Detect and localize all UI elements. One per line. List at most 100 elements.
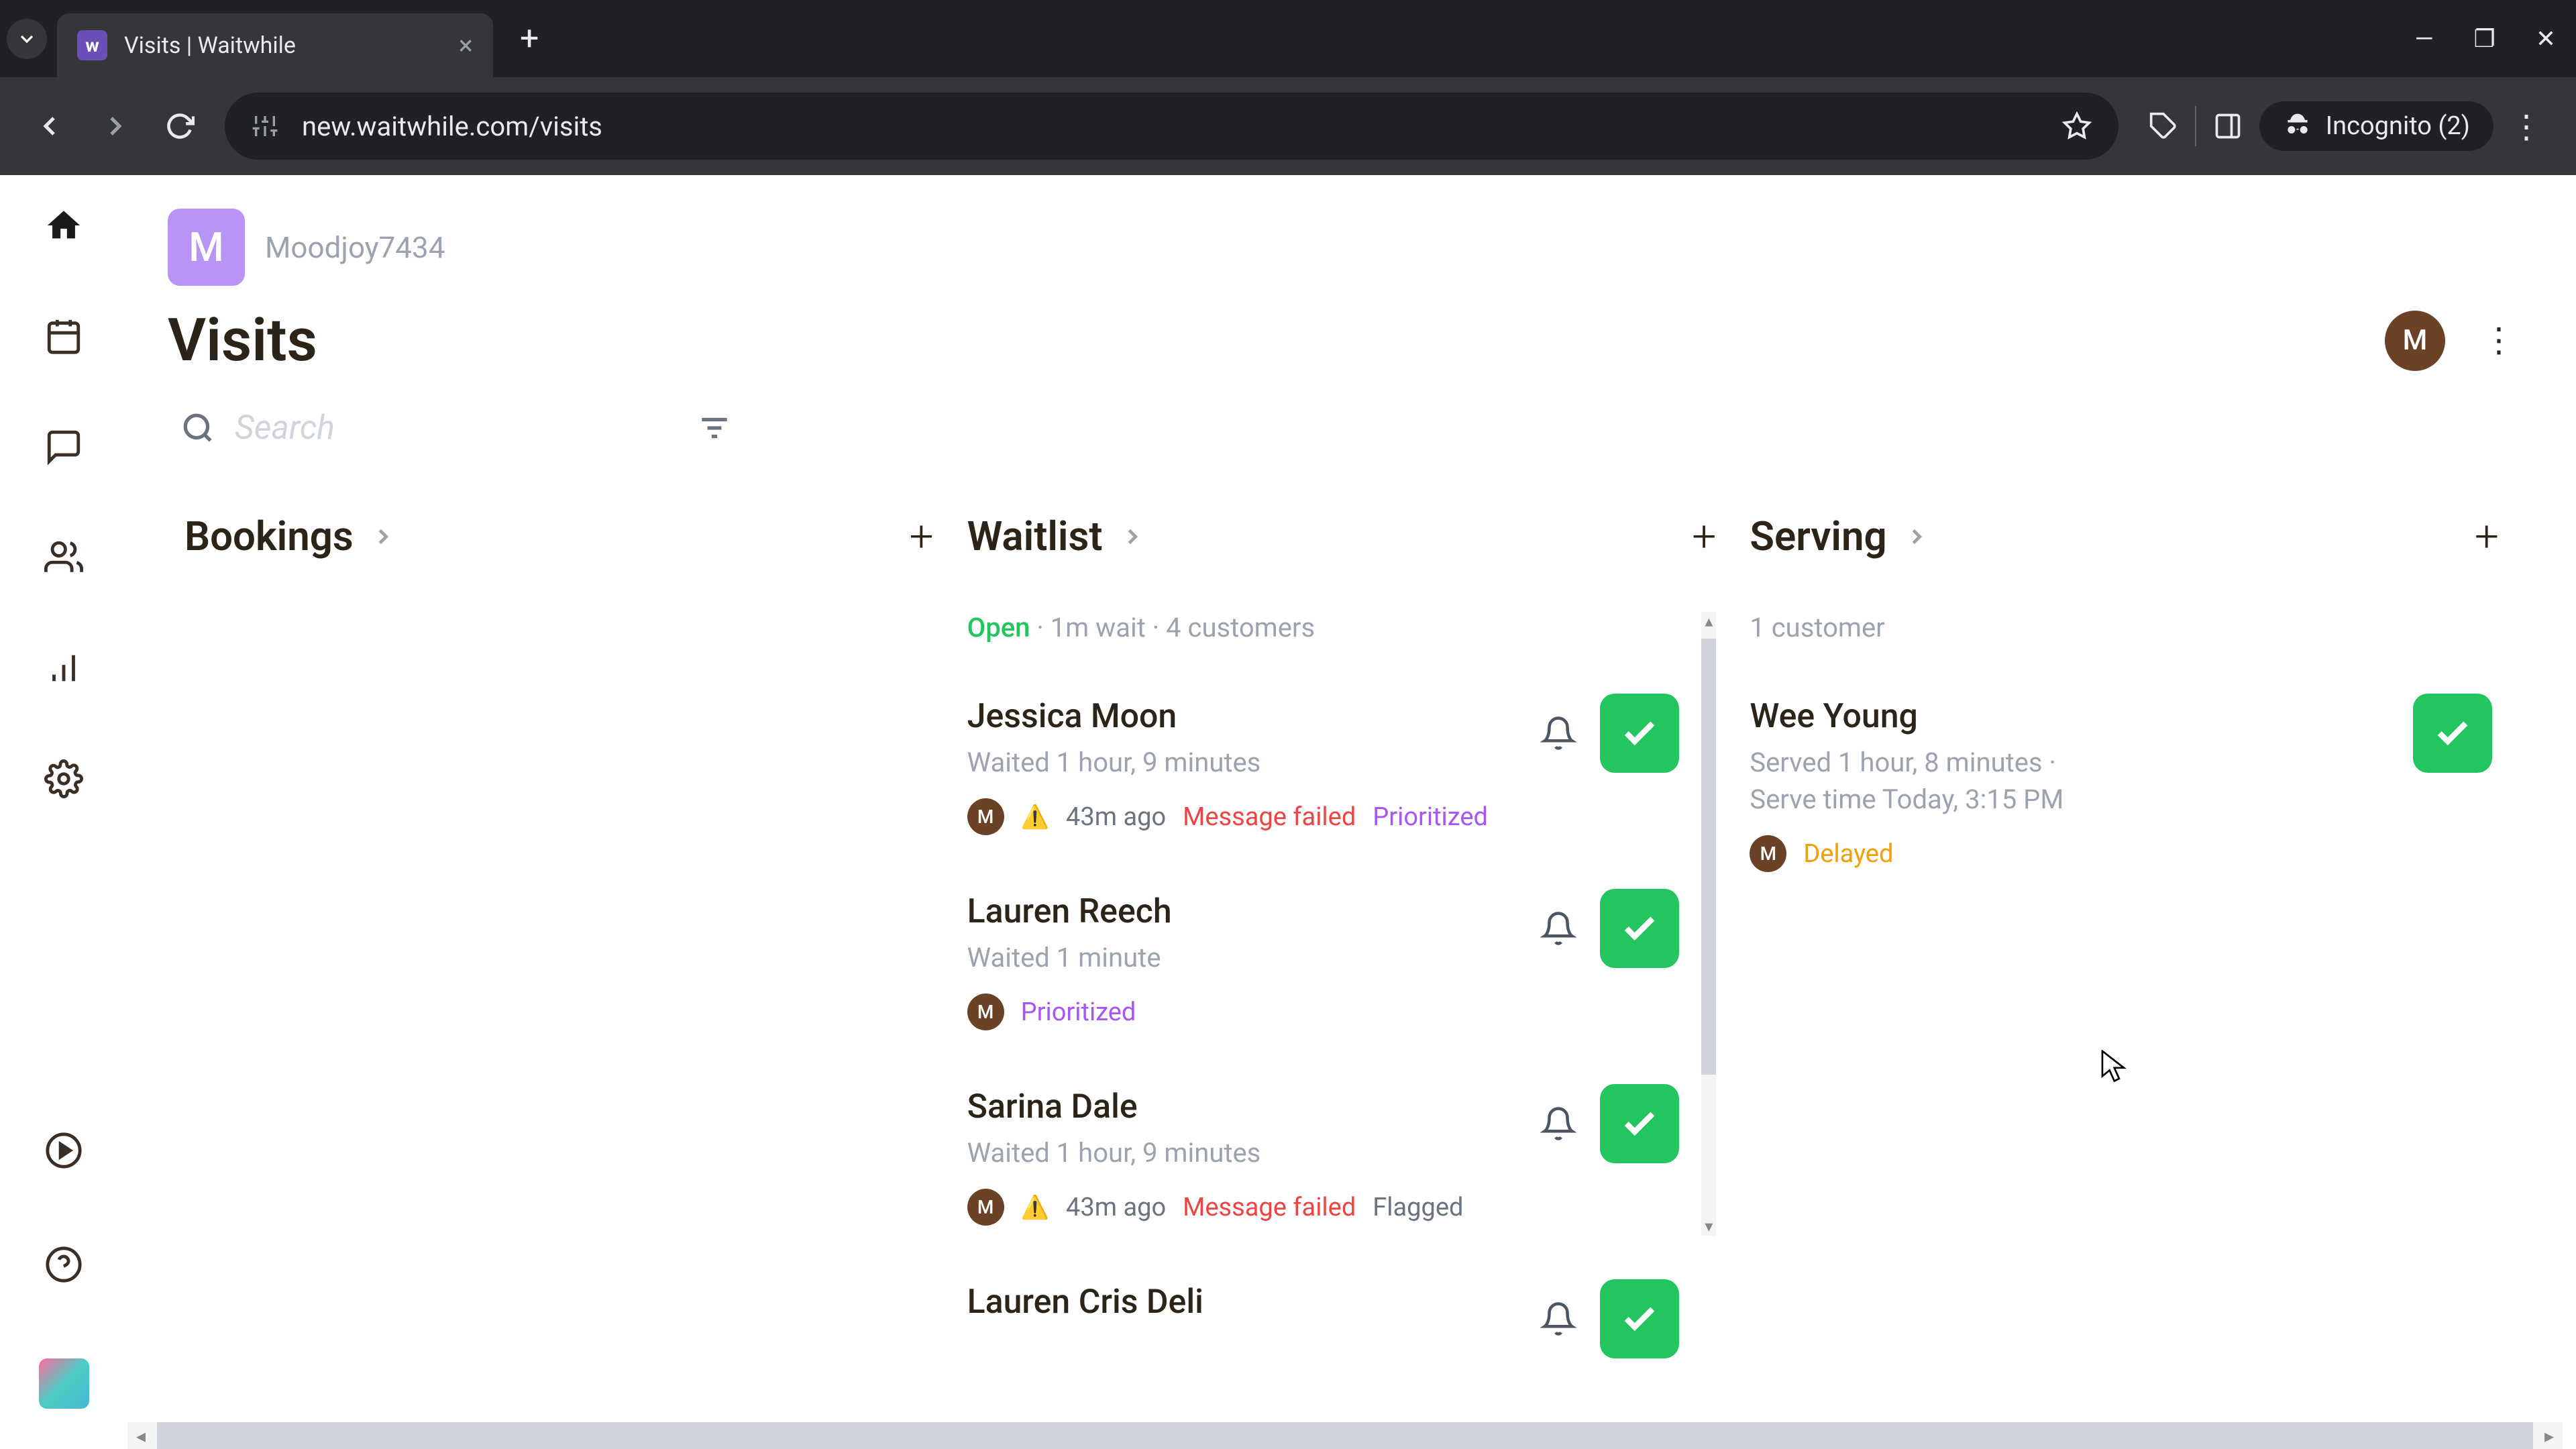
analytics-icon[interactable] <box>44 648 84 688</box>
flagged-label: Flagged <box>1373 1193 1463 1222</box>
add-serving-button[interactable]: + <box>2475 511 2499 561</box>
browser-chrome: w Visits | Waitwhile × + — ❐ ✕ new.waitw… <box>0 0 2576 175</box>
scrollbar-vertical[interactable]: ▴ ▾ <box>1701 612 1716 1236</box>
sidepanel-icon[interactable] <box>2213 111 2243 141</box>
chevron-right-icon[interactable] <box>370 524 396 549</box>
column-header-bookings: Bookings + <box>184 511 934 561</box>
app: M Moodjoy7434 Visits M ⋮ Bookings <box>0 175 2576 1449</box>
scrollbar-thumb[interactable] <box>1701 639 1716 1075</box>
new-tab-button[interactable]: + <box>520 19 539 58</box>
column-header-waitlist: Waitlist + <box>967 511 1717 561</box>
tab-title: Visits | Waitwhile <box>124 32 445 59</box>
incognito-label: Incognito (2) <box>2326 111 2470 141</box>
scroll-left-icon[interactable]: ◂ <box>127 1425 154 1447</box>
breadcrumb: M Moodjoy7434 <box>168 209 2516 286</box>
add-booking-button[interactable]: + <box>910 511 934 561</box>
forward-button[interactable] <box>99 110 131 142</box>
warning-icon: ⚠️ <box>1021 804 1049 830</box>
scrollbar-thumb-h[interactable] <box>157 1422 2533 1449</box>
calendar-icon[interactable] <box>44 316 84 356</box>
column-title[interactable]: Waitlist <box>967 513 1103 560</box>
notify-button[interactable] <box>1540 1106 1576 1142</box>
help-icon[interactable] <box>44 1244 84 1285</box>
page-title: Visits <box>168 306 317 375</box>
reload-button[interactable] <box>165 111 195 141</box>
tab-search-dropdown[interactable] <box>7 19 47 59</box>
page-menu-icon[interactable]: ⋮ <box>2482 321 2516 360</box>
delayed-label: Delayed <box>1803 839 1893 869</box>
search-input[interactable] <box>235 409 637 447</box>
scroll-right-icon[interactable]: ▸ <box>2536 1425 2563 1447</box>
settings-icon[interactable] <box>44 759 84 799</box>
upgrade-icon[interactable] <box>44 1130 84 1171</box>
maximize-icon[interactable]: ❐ <box>2474 25 2496 53</box>
chevron-right-icon[interactable] <box>1904 524 1929 549</box>
serve-button[interactable] <box>1600 1084 1679 1163</box>
card-meta: M⚠️43m agoMessage failedFlagged <box>967 1189 1686 1226</box>
alert-time: 43m ago <box>1066 1193 1166 1222</box>
user-avatar[interactable]: M <box>2385 311 2445 371</box>
notify-button[interactable] <box>1540 910 1576 947</box>
site-settings-icon[interactable] <box>252 113 278 140</box>
add-waitlist-button[interactable]: + <box>1692 511 1716 561</box>
tab-bar: w Visits | Waitwhile × + — ❐ ✕ <box>0 0 2576 77</box>
warning-icon: ⚠️ <box>1021 1194 1049 1221</box>
url-input[interactable]: new.waitwhile.com/visits <box>225 93 2118 160</box>
customers-icon[interactable] <box>44 537 84 578</box>
serving-status: 1 customer <box>1750 612 2499 643</box>
tab-favicon: w <box>77 30 107 60</box>
board-columns: Bookings + Waitlist + <box>168 511 2516 1417</box>
status-open-label: Open <box>967 612 1030 643</box>
profile-thumbnail[interactable] <box>39 1358 89 1409</box>
workspace-name[interactable]: Moodjoy7434 <box>265 230 445 265</box>
prioritized-label: Prioritized <box>1373 802 1488 832</box>
workspace-badge[interactable]: M <box>168 209 245 286</box>
home-icon[interactable] <box>44 205 84 246</box>
extensions-icon[interactable] <box>2149 111 2178 141</box>
notify-button[interactable] <box>1540 715 1576 751</box>
browser-tab[interactable]: w Visits | Waitwhile × <box>57 13 493 77</box>
scrollbar-horizontal[interactable]: ◂ ▸ <box>127 1422 2563 1449</box>
main-content: M Moodjoy7434 Visits M ⋮ Bookings <box>127 175 2576 1449</box>
browser-menu-icon[interactable]: ⋮ <box>2510 107 2542 146</box>
message-failed-label: Message failed <box>1183 802 1356 832</box>
close-window-icon[interactable]: ✕ <box>2536 25 2556 53</box>
waitlist-card[interactable]: Lauren Cris Deli <box>967 1263 1686 1369</box>
alert-time: 43m ago <box>1066 802 1166 832</box>
minimize-icon[interactable]: — <box>2414 25 2433 53</box>
waitlist-card[interactable]: Jessica Moon Waited 1 hour, 9 minutes M⚠… <box>967 677 1686 872</box>
served-time: Served 1 hour, 8 minutes · <box>1750 747 2499 778</box>
search-icon[interactable] <box>181 411 215 445</box>
messages-icon[interactable] <box>44 427 84 467</box>
chevron-right-icon[interactable] <box>1120 524 1145 549</box>
prioritized-label: Prioritized <box>1021 998 1136 1027</box>
assignee-avatar: M <box>967 1189 1004 1226</box>
serve-button[interactable] <box>1600 889 1679 968</box>
column-title[interactable]: Serving <box>1750 513 1886 560</box>
page-header: Visits M ⋮ <box>168 306 2516 375</box>
serving-card[interactable]: Wee Young Served 1 hour, 8 minutes · Ser… <box>1750 677 2499 909</box>
serve-start: Serve time Today, 3:15 PM <box>1750 784 2499 815</box>
scroll-up-icon[interactable]: ▴ <box>1701 612 1716 631</box>
search-row <box>168 409 2516 447</box>
column-bookings: Bookings + <box>168 511 951 1417</box>
serve-button[interactable] <box>1600 694 1679 773</box>
serve-button[interactable] <box>1600 1279 1679 1358</box>
back-button[interactable] <box>34 110 66 142</box>
complete-button[interactable] <box>2413 694 2492 773</box>
status-detail: · 1m wait · 4 customers <box>1030 612 1315 643</box>
tab-close-icon[interactable]: × <box>459 30 473 61</box>
window-controls: — ❐ ✕ <box>2414 25 2556 53</box>
column-title[interactable]: Bookings <box>184 513 354 560</box>
filter-icon[interactable] <box>698 411 731 445</box>
bookmark-icon[interactable] <box>2062 111 2092 141</box>
column-waitlist: Waitlist + Open · 1m wait · 4 customers … <box>951 511 1733 1417</box>
scroll-down-icon[interactable]: ▾ <box>1701 1217 1716 1236</box>
waitlist-card[interactable]: Sarina Dale Waited 1 hour, 9 minutes M⚠️… <box>967 1067 1686 1263</box>
incognito-badge[interactable]: Incognito (2) <box>2259 101 2493 151</box>
notify-button[interactable] <box>1540 1301 1576 1337</box>
waitlist-card[interactable]: Lauren Reech Waited 1 minute MPrioritize… <box>967 872 1686 1067</box>
address-bar: new.waitwhile.com/visits Incognito (2) ⋮ <box>0 77 2576 175</box>
column-header-serving: Serving + <box>1750 511 2499 561</box>
assignee-avatar: M <box>967 994 1004 1030</box>
